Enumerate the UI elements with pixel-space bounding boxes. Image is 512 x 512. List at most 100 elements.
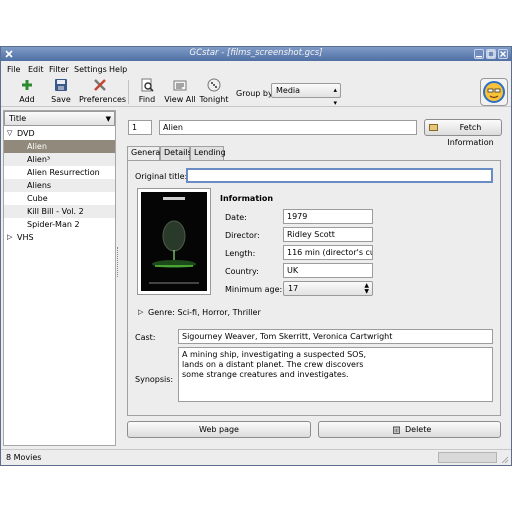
poster-image[interactable] <box>137 188 211 295</box>
movie-count: 8 Movies <box>6 453 42 462</box>
gcstar-face-icon <box>483 81 505 103</box>
list-item[interactable]: Alien³ <box>4 153 115 166</box>
close-icon[interactable] <box>498 49 508 59</box>
sort-value: Title <box>9 114 27 123</box>
resize-grip-icon[interactable] <box>501 456 509 464</box>
list-item[interactable]: Spider-Man 2 <box>4 218 115 231</box>
synopsis-textarea[interactable]: A mining ship, investigating a suspected… <box>178 347 493 402</box>
view-all-icon <box>173 80 187 91</box>
preferences-button[interactable]: Preferences <box>79 78 126 104</box>
group-dvd[interactable]: ▽ DVD <box>4 127 115 140</box>
group-dvd-label: DVD <box>17 129 35 138</box>
avatar[interactable] <box>480 78 508 106</box>
director-field[interactable]: Ridley Scott <box>283 227 373 242</box>
expander-closed-icon[interactable]: ▷ <box>7 231 12 244</box>
group-by-select[interactable]: Media ▴ ▾ <box>271 83 341 107</box>
date-field[interactable]: 1979 <box>283 209 373 224</box>
cast-field[interactable]: Sigourney Weaver, Tom Skerritt, Veronica… <box>178 329 493 344</box>
add-icon <box>22 80 32 90</box>
dice-icon <box>207 78 221 92</box>
save-icon <box>55 79 67 91</box>
find-label: Find <box>138 95 156 104</box>
group-vhs-label: VHS <box>17 233 34 242</box>
title-bar[interactable]: GCstar - [films_screenshot.gcs] <box>1 47 511 61</box>
preferences-icon <box>94 79 106 91</box>
genre-label[interactable]: Genre: Sci-fi, Horror, Thriller <box>148 308 261 317</box>
list-item[interactable]: Alien Resurrection <box>4 166 115 179</box>
genre-expander-icon[interactable]: ▷ <box>138 308 143 316</box>
progress-bar <box>438 452 497 463</box>
list-item[interactable]: Cube <box>4 192 115 205</box>
menu-file[interactable]: File <box>7 65 20 74</box>
delete-button[interactable]: Delete <box>318 421 501 438</box>
list-item-label: Alien Resurrection <box>27 168 100 177</box>
synopsis-line: lands on a distant planet. The crew disc… <box>182 360 364 369</box>
list-item-label: Spider-Man 2 <box>27 220 80 229</box>
view-all-label: View All <box>164 95 196 104</box>
maximize-icon[interactable] <box>486 49 496 59</box>
list-item-label: Alien <box>27 142 47 151</box>
country-label: Country: <box>225 267 259 276</box>
movie-poster-picture <box>141 192 207 291</box>
country-field[interactable]: UK <box>283 263 373 278</box>
minimum-age-spinner[interactable]: 17 ▲ ▼ <box>283 281 373 296</box>
sort-select[interactable]: Title ▼ <box>4 111 115 126</box>
synopsis-line: some strange creatures and investigates. <box>182 370 349 379</box>
number-field[interactable]: 1 <box>128 120 152 135</box>
list-item-label: Aliens <box>27 181 52 190</box>
find-icon <box>141 78 154 92</box>
find-button[interactable]: Find <box>135 78 159 104</box>
collection-sidebar: Title ▼ ▽ DVD Alien Alien³ Alien Resurre… <box>3 110 116 446</box>
tab-lending[interactable]: Lending <box>190 146 226 160</box>
toolbar: Add Save Preferences Find View All Tonig… <box>1 77 511 107</box>
save-label: Save <box>51 95 71 104</box>
trash-icon <box>393 426 400 434</box>
view-all-button[interactable]: View All <box>163 78 197 104</box>
fetch-information-button[interactable]: Fetch Information <box>424 119 502 147</box>
list-item[interactable]: Aliens <box>4 179 115 192</box>
toolbar-separator <box>128 80 129 104</box>
spinner-arrows-icon[interactable]: ▲ ▼ <box>364 283 369 295</box>
synopsis-line: A mining ship, investigating a suspected… <box>182 350 367 359</box>
detail-pane: 1 Alien Fetch Information General Detail… <box>120 110 508 448</box>
date-label: Date: <box>225 213 247 222</box>
general-panel: Original title: Information Date: 1979 D… <box>127 160 501 416</box>
list-item-label: Kill Bill - Vol. 2 <box>27 207 84 216</box>
length-field[interactable]: 116 min (director's cut) <box>283 245 373 260</box>
save-button[interactable]: Save <box>46 78 76 104</box>
group-vhs[interactable]: ▷ VHS <box>4 231 115 244</box>
synopsis-label: Synopsis: <box>135 375 174 384</box>
chevron-down-icon: ▼ <box>105 115 111 123</box>
original-title-label: Original title: <box>135 172 188 181</box>
web-page-label: Web page <box>199 425 239 434</box>
web-page-button[interactable]: Web page <box>127 421 311 438</box>
fetch-information-label: Fetch Information <box>447 123 494 147</box>
length-label: Length: <box>225 249 256 258</box>
pane-splitter[interactable] <box>117 247 119 277</box>
minimum-age-label: Minimum age: <box>225 285 283 294</box>
tonight-button[interactable]: Tonight <box>199 78 229 104</box>
menu-settings[interactable]: Settings <box>74 65 107 74</box>
menu-bar: File Edit Filter Settings Help <box>1 62 511 76</box>
tab-general[interactable]: General <box>127 146 163 161</box>
delete-label: Delete <box>405 425 432 434</box>
tonight-label: Tonight <box>199 95 229 104</box>
menu-help[interactable]: Help <box>109 65 127 74</box>
status-bar: 8 Movies <box>1 449 511 465</box>
minimum-age-value: 17 <box>288 284 299 293</box>
expander-open-icon[interactable]: ▽ <box>7 127 12 140</box>
minimize-icon[interactable] <box>474 49 484 59</box>
list-item[interactable]: Kill Bill - Vol. 2 <box>4 205 115 218</box>
list-item-label: Cube <box>27 194 48 203</box>
updown-arrows-icon: ▴ ▾ <box>333 86 337 107</box>
tab-details[interactable]: Details <box>160 146 192 160</box>
list-item[interactable]: Alien <box>4 140 115 153</box>
menu-filter[interactable]: Filter <box>49 65 69 74</box>
list-item-label: Alien³ <box>27 155 51 164</box>
title-field[interactable]: Alien <box>159 120 417 135</box>
window-title: GCstar - [films_screenshot.gcs] <box>189 48 323 58</box>
group-by-value: Media <box>276 86 301 95</box>
add-button[interactable]: Add <box>13 78 41 104</box>
original-title-field[interactable] <box>186 168 493 183</box>
menu-edit[interactable]: Edit <box>28 65 44 74</box>
